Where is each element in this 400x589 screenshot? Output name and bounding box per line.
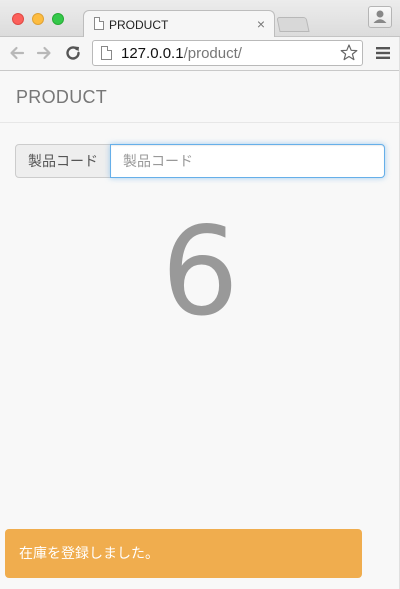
close-window-icon[interactable] <box>12 13 24 25</box>
tab-close-icon[interactable]: × <box>257 16 265 32</box>
product-code-label: 製品コード <box>15 144 111 178</box>
forward-arrow-icon[interactable] <box>34 43 54 63</box>
browser-toolbar: 127.0.0.1/product/ <box>0 37 400 71</box>
new-tab-icon[interactable] <box>276 17 310 32</box>
tab-title: PRODUCT <box>109 18 169 32</box>
page-content: PRODUCT 製品コード 6 在庫を登録しました。 <box>0 71 400 589</box>
product-code-input-group: 製品コード <box>15 144 385 178</box>
navbar-brand[interactable]: PRODUCT <box>16 87 107 108</box>
hamburger-menu-icon[interactable] <box>376 46 390 60</box>
tab-strip: PRODUCT × <box>0 0 400 38</box>
minimize-window-icon[interactable] <box>32 13 44 25</box>
url-path: /product/ <box>183 45 242 62</box>
tab-product[interactable]: PRODUCT × <box>83 10 275 38</box>
url-text[interactable]: 127.0.0.1/product/ <box>121 45 242 62</box>
user-profile-button[interactable] <box>368 6 392 28</box>
user-profile-icon <box>373 10 387 23</box>
stock-count: 6 <box>161 201 239 343</box>
reload-icon[interactable] <box>63 43 83 63</box>
back-arrow-icon[interactable] <box>7 43 27 63</box>
navbar: PRODUCT <box>0 71 400 123</box>
page-icon <box>101 46 112 60</box>
maximize-window-icon[interactable] <box>52 13 64 25</box>
product-code-input[interactable] <box>110 144 385 178</box>
url-host: 127.0.0.1 <box>121 45 184 62</box>
address-bar[interactable]: 127.0.0.1/product/ <box>92 40 363 66</box>
browser-window: PRODUCT × 127.0.0.1/product/ PRODUCT 製品コ… <box>0 0 400 589</box>
document-icon <box>94 17 104 30</box>
success-alert: 在庫を登録しました。 <box>5 529 362 578</box>
star-icon[interactable] <box>339 43 359 63</box>
